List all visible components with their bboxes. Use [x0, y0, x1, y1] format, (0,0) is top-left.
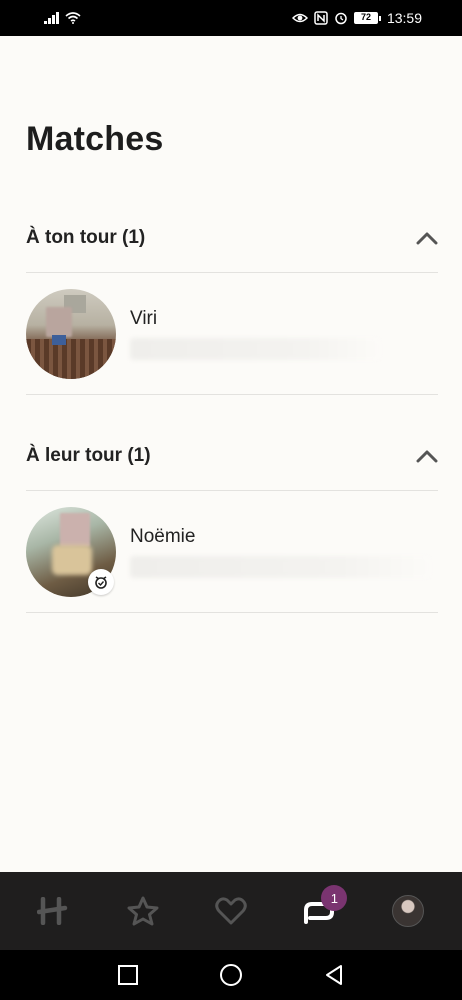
- system-nav-bar: [0, 950, 462, 1000]
- nav-discover[interactable]: [24, 881, 84, 941]
- wifi-icon: [65, 12, 81, 24]
- avatar: [26, 289, 116, 379]
- battery-icon: 72: [353, 12, 381, 24]
- eye-icon: [291, 13, 308, 23]
- page-title: Matches: [26, 120, 164, 158]
- match-row-viri[interactable]: Viri: [26, 286, 438, 382]
- divider: [26, 272, 438, 273]
- section-your-turn-header[interactable]: À ton tour (1): [26, 218, 438, 258]
- match-row-noemie[interactable]: Noëmie: [26, 504, 438, 600]
- nav-profile[interactable]: [378, 881, 438, 941]
- status-bar: 72 13:59: [0, 0, 462, 36]
- match-info: Noëmie: [130, 526, 438, 578]
- profile-avatar: [391, 895, 424, 927]
- alarm-icon: [335, 12, 347, 25]
- nav-matches[interactable]: 1: [289, 881, 349, 941]
- avatar: [26, 507, 116, 597]
- section-their-turn-header[interactable]: À leur tour (1): [26, 436, 438, 476]
- message-preview-blurred: [130, 556, 430, 578]
- chevron-up-icon[interactable]: [416, 449, 438, 463]
- home-icon[interactable]: [219, 963, 243, 987]
- nfc-icon: [314, 11, 328, 25]
- chevron-up-icon[interactable]: [416, 231, 438, 245]
- section-title: À ton tour (1): [26, 227, 146, 248]
- bottom-nav: 1: [0, 872, 462, 950]
- match-info: Viri: [130, 308, 438, 360]
- verified-icon: [95, 576, 107, 589]
- unread-badge: 1: [321, 885, 348, 911]
- back-icon[interactable]: [323, 964, 345, 986]
- hinge-logo-icon: [37, 897, 68, 925]
- heart-icon: [215, 897, 247, 925]
- signal-icon: [44, 12, 59, 24]
- message-preview-blurred: [130, 338, 380, 360]
- recents-icon[interactable]: [117, 964, 139, 986]
- nav-likes[interactable]: [201, 881, 261, 941]
- divider: [26, 490, 438, 491]
- section-title: À leur tour (1): [26, 445, 151, 466]
- nav-standouts[interactable]: [113, 881, 173, 941]
- status-right: 72 13:59: [291, 10, 422, 26]
- match-name: Noëmie: [130, 526, 196, 547]
- divider: [26, 394, 438, 395]
- verified-badge: [88, 569, 114, 595]
- battery-level: 72: [353, 12, 378, 24]
- status-left: [44, 12, 81, 24]
- status-time: 13:59: [386, 10, 422, 26]
- star-icon: [127, 896, 159, 926]
- match-name: Viri: [130, 308, 158, 329]
- divider: [26, 612, 438, 613]
